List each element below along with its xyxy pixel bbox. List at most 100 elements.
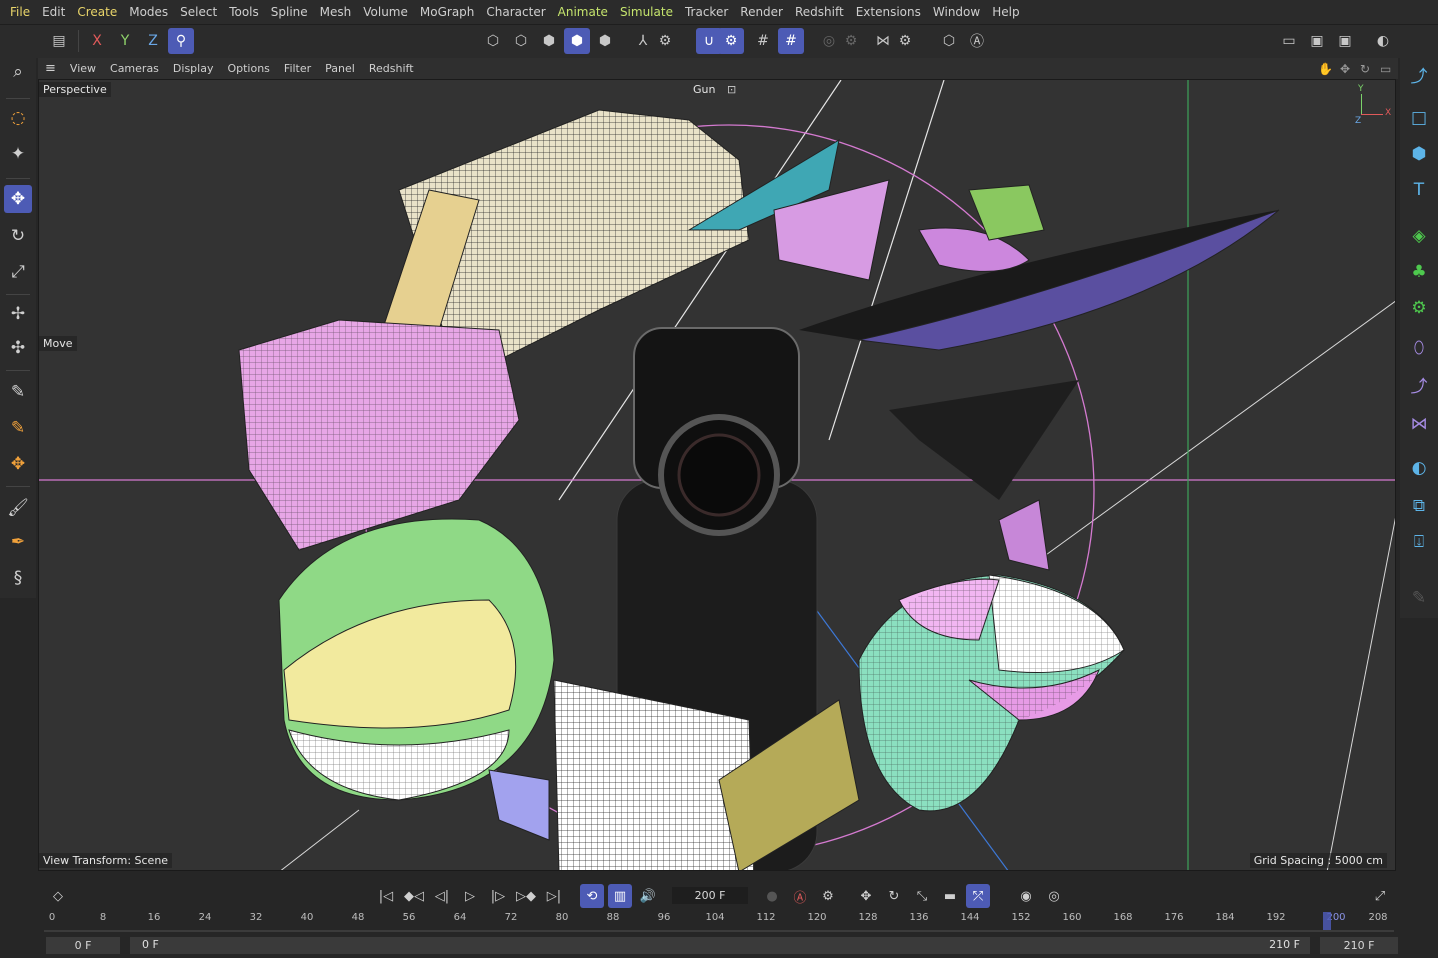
vp-menu-redshift[interactable]: Redshift <box>362 62 421 75</box>
locked-workplane-icon[interactable]: # <box>778 28 804 54</box>
current-frame-field[interactable]: 200 F <box>672 887 748 904</box>
rs-render-icon[interactable]: ⬡ <box>936 28 962 54</box>
preview-range-bar[interactable]: 0 F 210 F <box>130 937 1310 954</box>
scale-tool-icon[interactable]: ⤢ <box>4 258 32 286</box>
pan-hand-icon[interactable]: ✋ <box>1318 62 1333 76</box>
menu-modes[interactable]: Modes <box>123 5 174 19</box>
brush-icon[interactable]: 🖌 <box>4 494 32 522</box>
uv-mode-icon[interactable]: ⬢ <box>592 28 618 54</box>
menu-help[interactable]: Help <box>986 5 1025 19</box>
menu-tools[interactable]: Tools <box>223 5 265 19</box>
light-icon[interactable]: ⍗ <box>1405 528 1433 556</box>
render-view-icon[interactable]: ▭ <box>1276 28 1302 54</box>
max-frame-field[interactable]: 210 F <box>1320 937 1398 954</box>
key-param-icon[interactable]: ▬ <box>938 884 962 908</box>
edges-mode-icon[interactable]: ⬡ <box>508 28 534 54</box>
maximize-view-icon[interactable]: ▭ <box>1380 62 1391 76</box>
vp-menu-panel[interactable]: Panel <box>318 62 362 75</box>
axis-x-lock-button[interactable]: X <box>84 28 110 54</box>
prev-frame-icon[interactable]: ◁| <box>430 884 454 908</box>
environment-icon[interactable]: ◐ <box>1405 454 1433 482</box>
sound-icon[interactable]: 🔊 <box>636 884 660 908</box>
bend-deformer-icon[interactable]: ⤴ <box>1405 370 1433 398</box>
menu-create[interactable]: Create <box>71 5 123 19</box>
search-icon[interactable]: ⌕ <box>4 58 32 86</box>
menu-tracker[interactable]: Tracker <box>679 5 734 19</box>
rs-ipr-icon[interactable]: Ⓐ <box>964 28 990 54</box>
redshift-renderview-icon[interactable]: ◐ <box>1370 28 1396 54</box>
workflow-icon[interactable]: ⤴ <box>1405 60 1433 88</box>
text-spline-icon[interactable]: T <box>1405 176 1433 204</box>
soft-selection-gear-icon[interactable]: ⚙ <box>838 28 864 54</box>
menu-render[interactable]: Render <box>734 5 789 19</box>
spline-pen-icon[interactable]: ✎ <box>4 378 32 406</box>
prev-key-icon[interactable]: ◆◁ <box>402 884 426 908</box>
snap-settings-gear-icon[interactable]: ⚙ <box>718 28 744 54</box>
polygon-pen-icon[interactable]: ✒ <box>4 528 32 556</box>
vp-menu-display[interactable]: Display <box>166 62 221 75</box>
active-camera-label[interactable]: Gun <box>689 82 719 97</box>
deformer-icon[interactable]: ⬯ <box>1405 334 1433 362</box>
coordinate-system-icon[interactable]: ⚲ <box>168 28 194 54</box>
vp-menu-filter[interactable]: Filter <box>277 62 318 75</box>
model-mode-icon[interactable]: ⬢ <box>564 28 590 54</box>
goto-start-icon[interactable]: |◁ <box>374 884 398 908</box>
loop-icon[interactable]: ⟲ <box>580 884 604 908</box>
menu-file[interactable]: File <box>4 5 36 19</box>
menu-select[interactable]: Select <box>174 5 223 19</box>
camera-lock-icon[interactable]: ⊡ <box>727 83 736 96</box>
knife-tool-icon[interactable]: § <box>4 564 32 592</box>
min-frame-field[interactable]: 0 F <box>46 937 120 954</box>
playback-rate-icon[interactable]: ▥ <box>608 884 632 908</box>
cube-primitive-icon[interactable]: ⬢ <box>1405 140 1433 168</box>
placement-tool-icon[interactable]: ✣ <box>4 334 32 362</box>
vp-menu-view[interactable]: View <box>63 62 103 75</box>
3d-viewport[interactable]: Perspective Gun ⊡ Move View Transform: S… <box>38 79 1396 871</box>
expand-timeline-icon[interactable]: ⤢ <box>1368 884 1392 908</box>
rotate-tool-icon[interactable]: ↻ <box>4 222 32 250</box>
key-pla-icon[interactable]: ⤱ <box>966 884 990 908</box>
symmetry-gear-icon[interactable]: ⚙ <box>892 28 918 54</box>
move-tool-icon[interactable]: ✥ <box>4 185 32 213</box>
menu-edit[interactable]: Edit <box>36 5 71 19</box>
motion-record-icon[interactable]: ◉ <box>1014 884 1038 908</box>
key-rotation-icon[interactable]: ↻ <box>882 884 906 908</box>
next-key-icon[interactable]: ▷◆ <box>514 884 538 908</box>
hamburger-menu-icon[interactable]: ≡ <box>38 61 63 76</box>
live-selection-icon[interactable]: ◌ <box>4 104 32 132</box>
spline-boolean-icon[interactable]: ✥ <box>4 450 32 478</box>
undo-history-icon[interactable]: ▤ <box>46 28 72 54</box>
keyframe-selection-icon[interactable]: ⚙ <box>816 884 840 908</box>
motion-system-icon[interactable]: ◎ <box>1042 884 1066 908</box>
axis-z-lock-button[interactable]: Z <box>140 28 166 54</box>
menu-character[interactable]: Character <box>480 5 551 19</box>
menu-window[interactable]: Window <box>927 5 986 19</box>
move-view-icon[interactable]: ✥ <box>1340 62 1350 76</box>
play-icon[interactable]: ▷ <box>458 884 482 908</box>
camera-icon[interactable]: ⧉ <box>1405 492 1433 520</box>
menu-spline[interactable]: Spline <box>265 5 314 19</box>
render-settings-icon[interactable]: ▣ <box>1332 28 1358 54</box>
playhead[interactable] <box>1323 912 1331 930</box>
menu-animate[interactable]: Animate <box>552 5 614 19</box>
rotate-view-icon[interactable]: ↻ <box>1360 62 1370 76</box>
spline-sketch-icon[interactable]: ✎ <box>4 414 32 442</box>
next-frame-icon[interactable]: |▷ <box>486 884 510 908</box>
camera-view-label[interactable]: Perspective <box>39 82 111 97</box>
menu-redshift[interactable]: Redshift <box>789 5 850 19</box>
cloner-icon[interactable]: ♣ <box>1405 258 1433 286</box>
polygons-mode-icon[interactable]: ⬢ <box>536 28 562 54</box>
null-object-icon[interactable]: □ <box>1405 104 1433 132</box>
effector-gear-icon[interactable]: ⚙ <box>1405 294 1433 322</box>
render-picture-viewer-icon[interactable]: ▣ <box>1304 28 1330 54</box>
vp-menu-cameras[interactable]: Cameras <box>103 62 166 75</box>
keyframe-icon[interactable]: ◇ <box>46 884 70 908</box>
points-mode-icon[interactable]: ⬡ <box>480 28 506 54</box>
menu-volume[interactable]: Volume <box>357 5 414 19</box>
autokey-icon[interactable]: Ⓐ <box>788 884 812 908</box>
menu-mesh[interactable]: Mesh <box>314 5 358 19</box>
subdivision-surface-icon[interactable]: ◈ <box>1405 222 1433 250</box>
workplane-grid-icon[interactable]: # <box>750 28 776 54</box>
axis-settings-gear-icon[interactable]: ⚙ <box>652 28 678 54</box>
selection-tools-icon[interactable]: ✦ <box>4 140 32 168</box>
